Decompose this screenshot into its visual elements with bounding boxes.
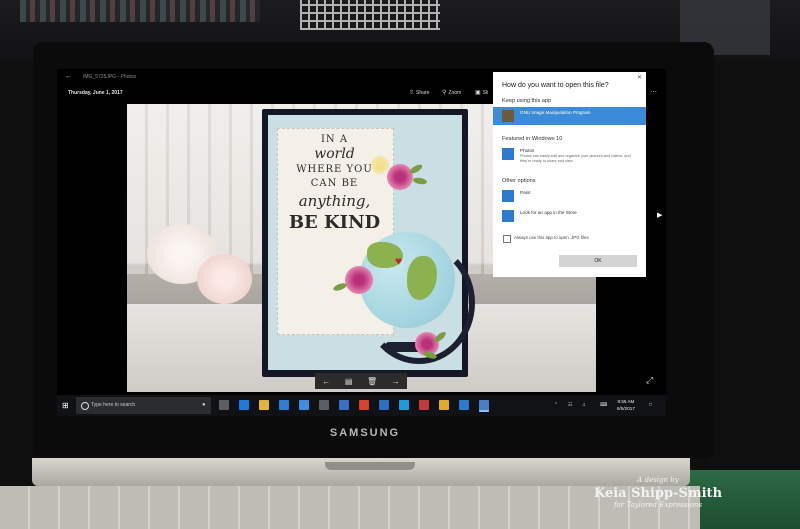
other-options-heading: Other options (502, 178, 536, 184)
app-option-label: Look for an app in the Store (520, 210, 577, 215)
app-option-paint[interactable]: Paint (493, 187, 646, 205)
card-text-line: CAN BE (310, 178, 359, 189)
watermark-line: A design by (637, 476, 679, 484)
app-option-photos[interactable]: Photos Photos can easily edit and organi… (493, 145, 646, 163)
laptop-screen: ← IMG_5735JPG - Photos Thursday, June 1,… (57, 69, 666, 416)
file-explorer-icon[interactable] (259, 400, 269, 410)
expand-icon[interactable]: ⤢ (646, 375, 653, 386)
photo-controls-bar: ← ▤ 🗑 → (315, 373, 407, 389)
marker-rack (20, 0, 260, 22)
cortana-icon (81, 402, 89, 410)
outlook-icon[interactable] (379, 400, 389, 410)
window-title: IMG_5735JPG - Photos (83, 74, 137, 80)
hinge-notch (325, 462, 415, 470)
slideshow-icon: ▣ (475, 90, 481, 96)
store-icon (502, 210, 514, 222)
open-with-dialog: ✕ How do you want to open this file? Kee… (493, 72, 646, 277)
more-options-icon[interactable]: ⋯ (650, 88, 657, 96)
watermark-line: Keia Shipp-Smith (593, 486, 723, 501)
people-icon[interactable] (299, 400, 309, 410)
dialog-title: How do you want to open this file? (502, 82, 609, 89)
wire-basket (300, 0, 440, 30)
ok-button[interactable]: OK (559, 255, 637, 267)
left-arrow-icon[interactable]: ← (322, 377, 330, 386)
paint-icon (502, 190, 514, 202)
pink-flower (345, 266, 373, 294)
edge-icon[interactable] (239, 400, 249, 410)
app-option-label: Photos (520, 148, 535, 153)
photos-icon (502, 148, 514, 160)
app-icon[interactable] (339, 400, 349, 410)
pink-flower (387, 164, 413, 190)
share-icon: ⇧ (409, 90, 415, 96)
app-icon[interactable] (399, 400, 409, 410)
always-use-label: Always use this app to open .JPG files (514, 235, 589, 240)
yellow-flower (371, 156, 389, 174)
chrome-icon[interactable] (439, 400, 449, 410)
task-view-icon[interactable] (219, 400, 229, 410)
taskbar: ⊞ Type here to search ● ⌃ ☷ ♫ ⌨ 9:56 AM … (57, 395, 666, 416)
card-text-line: anything, (298, 192, 371, 210)
notification-icon[interactable]: □ (649, 402, 652, 408)
app-option-label: GNU Image Manipulation Program (520, 110, 591, 115)
windows-start-icon[interactable]: ⊞ (62, 401, 69, 410)
background-flower (197, 254, 252, 304)
settings-icon[interactable] (319, 400, 329, 410)
mouse-cursor-icon: ▶ (657, 212, 663, 219)
watermark: A design by Keia Shipp-Smith for Taylore… (593, 476, 723, 520)
photo-date: Thursday, June 1, 2017 (68, 90, 123, 96)
slideshow-icon[interactable]: ▤ (345, 377, 353, 386)
share-button[interactable]: ⇧ Share (409, 89, 429, 96)
always-use-checkbox[interactable] (503, 235, 511, 243)
heart-icon: ♥ (395, 254, 403, 268)
keep-using-heading: Keep using this app (502, 98, 552, 104)
zoom-icon: ⚲ (442, 90, 447, 96)
app-icon[interactable] (419, 400, 429, 410)
photos-taskbar-icon[interactable] (479, 400, 489, 412)
clock-time: 9:56 AM (617, 399, 635, 404)
app-icon[interactable] (359, 400, 369, 410)
right-arrow-icon[interactable]: → (392, 377, 400, 386)
tray-expand-icon[interactable]: ⌃ (554, 402, 558, 408)
back-arrow-icon[interactable]: ← (65, 73, 72, 80)
card-text-line: BE KIND (288, 212, 381, 233)
app-option-description: Photos can easily edit and organize your… (520, 154, 631, 163)
store-icon[interactable] (279, 400, 289, 410)
watermark-line: for Taylored Expressions (613, 501, 703, 509)
close-icon[interactable]: ✕ (637, 74, 642, 81)
clock-date: 6/5/2017 (617, 406, 635, 411)
network-icon[interactable]: ☷ (568, 402, 572, 408)
app-option-label: Paint (520, 190, 531, 195)
gimp-icon (502, 110, 514, 122)
app-option-gimp[interactable]: GNU Image Manipulation Program (493, 107, 646, 125)
microphone-icon[interactable]: ● (202, 402, 206, 408)
trash-icon[interactable]: 🗑 (367, 377, 377, 386)
featured-heading: Featured in Windows 10 (502, 136, 563, 142)
slideshow-button[interactable]: ▣ Sli (475, 89, 488, 96)
volume-icon[interactable]: ♫ (582, 402, 586, 408)
taskbar-clock[interactable]: 9:56 AM 6/5/2017 (617, 398, 635, 412)
app-option-store[interactable]: Look for an app in the Store (493, 207, 646, 225)
brand-logo: SAMSUNG (329, 427, 401, 439)
zoom-button[interactable]: ⚲ Zoom (442, 89, 461, 96)
card-text-line: IN A (320, 134, 349, 145)
app-icon[interactable] (459, 400, 469, 410)
search-placeholder: Type here to search (91, 402, 136, 408)
keyboard-icon[interactable]: ⌨ (600, 402, 607, 408)
